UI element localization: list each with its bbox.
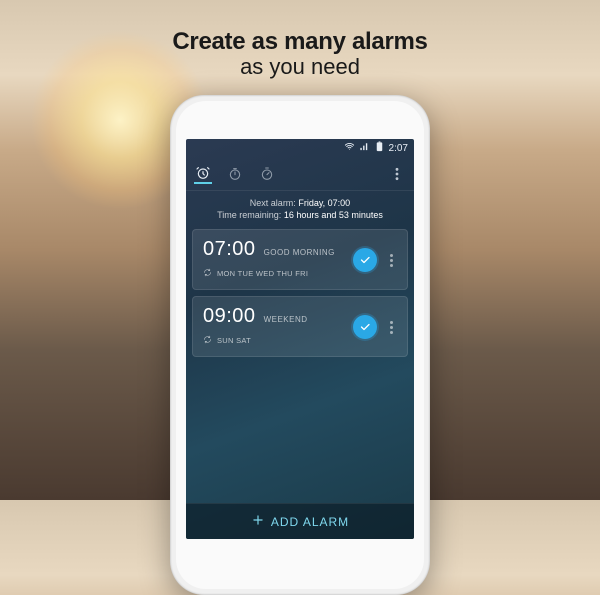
next-alarm-value: Friday, 07:00 (298, 198, 350, 208)
alarm-card[interactable]: 07:00 GOOD MORNING MON TUE WED THU FRI (192, 229, 408, 290)
next-alarm-prefix: Next alarm: (250, 198, 296, 208)
time-remaining-prefix: Time remaining: (217, 210, 281, 220)
alarm-label: GOOD MORNING (264, 248, 335, 257)
alarm-card[interactable]: 09:00 WEEKEND SUN SAT (192, 296, 408, 357)
add-alarm-label: ADD ALARM (271, 515, 349, 529)
overflow-menu[interactable] (388, 165, 406, 183)
app-tab-bar (186, 157, 414, 191)
app-screen: 2:07 Next alarm: (186, 139, 414, 539)
tab-stopwatch[interactable] (258, 165, 276, 183)
promo-line2: as you need (0, 54, 600, 80)
statusbar-time: 2:07 (389, 143, 408, 154)
signal-icon (359, 141, 370, 155)
promo-headline: Create as many alarms as you need (0, 28, 600, 80)
promo-line1: Create as many alarms (0, 28, 600, 56)
alarm-label: WEEKEND (264, 315, 308, 324)
add-alarm-button[interactable]: ADD ALARM (186, 503, 414, 539)
next-alarm-info: Next alarm: Friday, 07:00 Time remaining… (186, 191, 414, 229)
tab-alarm[interactable] (194, 166, 212, 184)
battery-icon (374, 141, 385, 155)
phone-frame: 2:07 Next alarm: (170, 95, 430, 595)
alarm-days: MON TUE WED THU FRI (217, 269, 308, 278)
repeat-icon (203, 264, 212, 282)
tab-timer[interactable] (226, 165, 244, 183)
plus-icon (251, 513, 265, 530)
alarm-more-icon[interactable] (383, 254, 399, 267)
alarm-days: SUN SAT (217, 336, 251, 345)
alarm-more-icon[interactable] (383, 321, 399, 334)
alarm-toggle[interactable] (353, 248, 377, 272)
alarm-time: 07:00 (203, 238, 256, 261)
repeat-icon (203, 331, 212, 349)
wifi-icon (344, 141, 355, 155)
status-bar: 2:07 (186, 139, 414, 157)
time-remaining-value: 16 hours and 53 minutes (284, 210, 383, 220)
alarm-time: 09:00 (203, 305, 256, 328)
alarm-toggle[interactable] (353, 315, 377, 339)
